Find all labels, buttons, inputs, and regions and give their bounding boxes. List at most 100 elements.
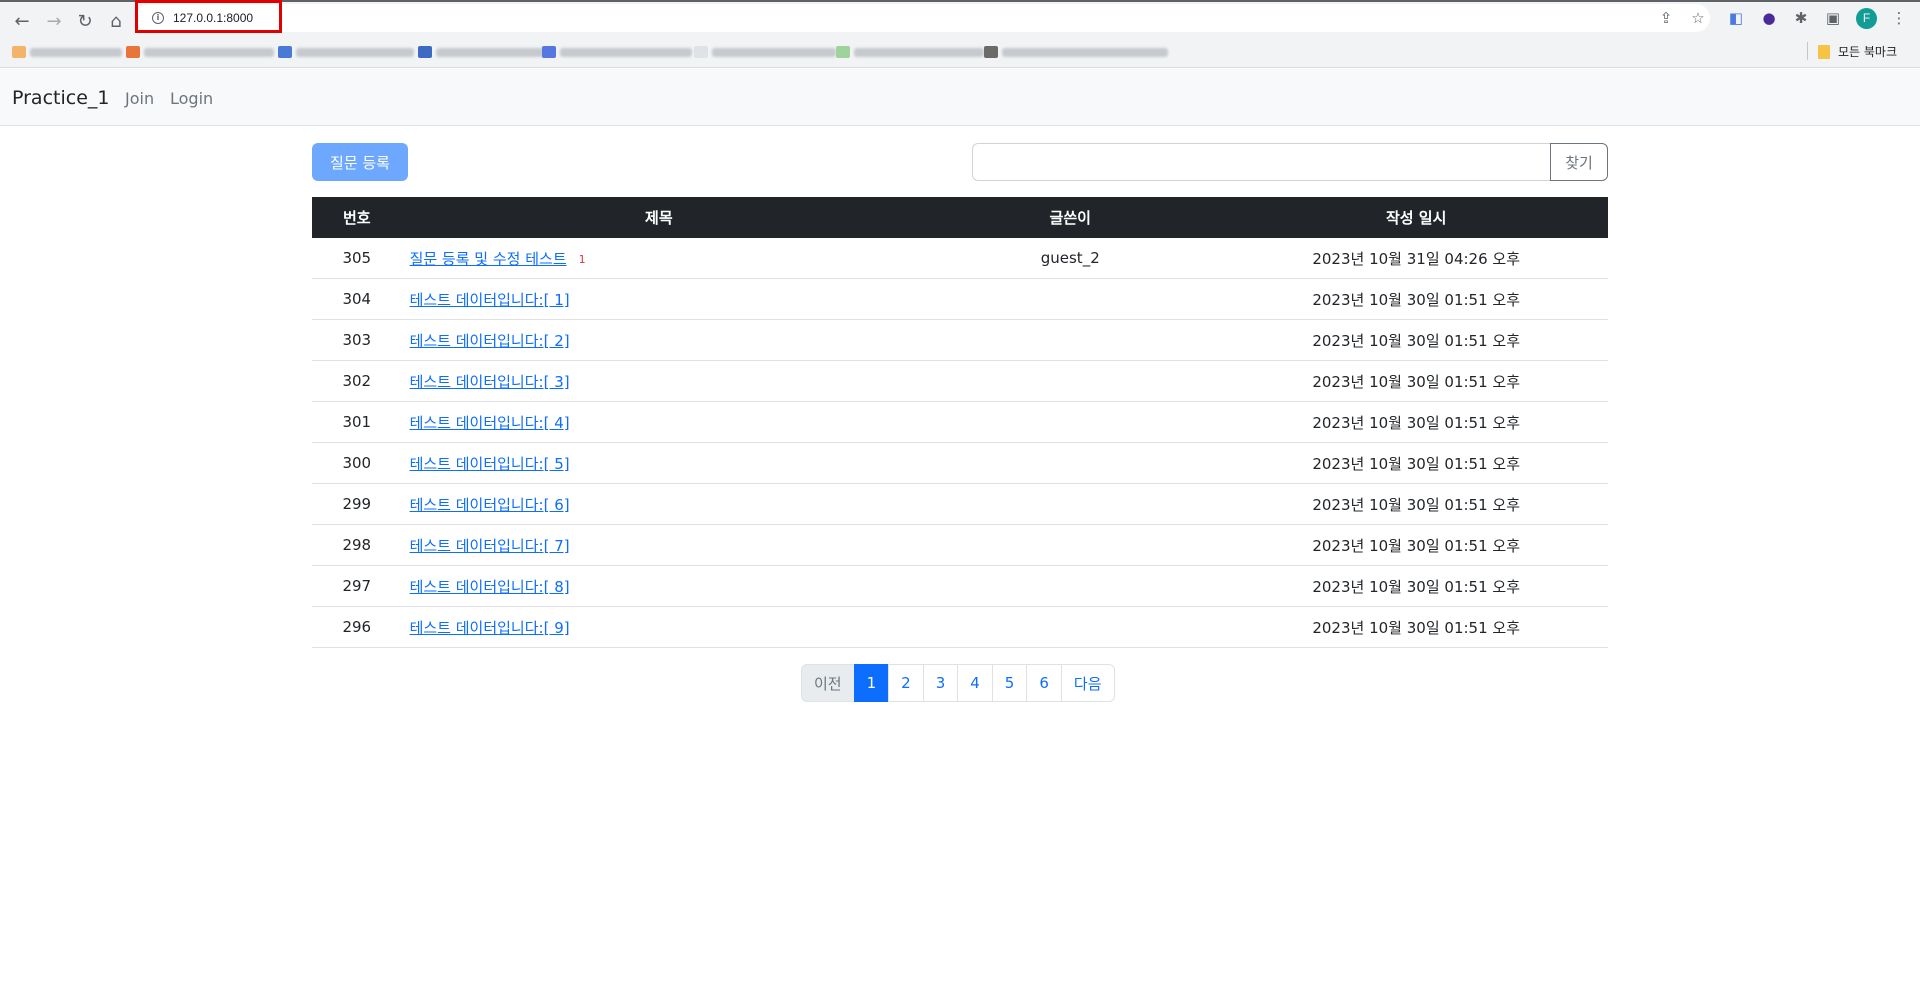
page-2[interactable]: 2 xyxy=(888,664,924,702)
bookmarks-separator xyxy=(1807,42,1808,60)
row-number: 303 xyxy=(312,319,402,361)
table-row: 297 테스트 데이터입니다:[ 8] 2023년 10월 30일 01:51 … xyxy=(312,565,1608,607)
table-row: 304 테스트 데이터입니다:[ 1] 2023년 10월 30일 01:51 … xyxy=(312,278,1608,320)
table-row: 299 테스트 데이터입니다:[ 6] 2023년 10월 30일 01:51 … xyxy=(312,483,1608,525)
table-row: 305 질문 등록 및 수정 테스트 1 guest_2 2023년 10월 31… xyxy=(312,238,1608,279)
row-number: 296 xyxy=(312,606,402,648)
bookmark-item[interactable] xyxy=(542,45,692,59)
row-author xyxy=(916,483,1225,525)
question-title-link[interactable]: 테스트 데이터입니다:[ 9] xyxy=(410,619,570,637)
row-title-cell: 테스트 데이터입니다:[ 5] xyxy=(401,442,917,484)
page-next[interactable]: 다음 xyxy=(1060,664,1115,702)
row-title-cell: 질문 등록 및 수정 테스트 1 xyxy=(401,238,917,279)
row-date: 2023년 10월 30일 01:51 오후 xyxy=(1224,483,1608,525)
header-title: 제목 xyxy=(401,197,917,238)
row-date: 2023년 10월 31일 04:26 오후 xyxy=(1224,238,1608,279)
row-date: 2023년 10월 30일 01:51 오후 xyxy=(1224,319,1608,361)
question-table: 번호 제목 글쓴이 작성 일시 305 질문 등록 및 수정 테스트 1 gues… xyxy=(312,197,1608,648)
all-bookmarks-label: 모든 북마크 xyxy=(1838,45,1898,59)
nav-link-join[interactable]: Join xyxy=(125,89,154,108)
row-title-cell: 테스트 데이터입니다:[ 3] xyxy=(401,360,917,402)
question-title-link[interactable]: 테스트 데이터입니다:[ 2] xyxy=(410,332,570,350)
back-icon[interactable]: ← xyxy=(10,9,34,33)
extensions-puzzle-icon[interactable]: ✱ xyxy=(1791,8,1811,28)
table-row: 298 테스트 데이터입니다:[ 7] 2023년 10월 30일 01:51 … xyxy=(312,524,1608,566)
page-3[interactable]: 3 xyxy=(922,664,959,702)
row-title-cell: 테스트 데이터입니다:[ 2] xyxy=(401,319,917,361)
download-extension-icon[interactable]: ● xyxy=(1759,8,1779,28)
question-title-link[interactable]: 테스트 데이터입니다:[ 4] xyxy=(410,414,570,432)
home-icon[interactable]: ⌂ xyxy=(104,9,128,33)
row-date: 2023년 10월 30일 01:51 오후 xyxy=(1224,278,1608,320)
row-date: 2023년 10월 30일 01:51 오후 xyxy=(1224,442,1608,484)
row-number: 301 xyxy=(312,401,402,443)
page-6[interactable]: 6 xyxy=(1026,664,1062,702)
forward-icon[interactable]: → xyxy=(42,9,66,33)
menu-kebab-icon[interactable]: ⋮ xyxy=(1889,8,1909,28)
row-title-cell: 테스트 데이터입니다:[ 6] xyxy=(401,483,917,525)
header-date: 작성 일시 xyxy=(1224,197,1608,238)
row-title-cell: 테스트 데이터입니다:[ 8] xyxy=(401,565,917,607)
row-date: 2023년 10월 30일 01:51 오후 xyxy=(1224,524,1608,566)
question-title-link[interactable]: 테스트 데이터입니다:[ 3] xyxy=(410,373,570,391)
bookmark-item[interactable] xyxy=(836,45,984,59)
bookmarks-bar xyxy=(0,36,1920,68)
bookmark-item[interactable] xyxy=(694,45,836,59)
bookmark-item[interactable] xyxy=(278,45,414,59)
table-row: 303 테스트 데이터입니다:[ 2] 2023년 10월 30일 01:51 … xyxy=(312,319,1608,361)
question-title-link[interactable]: 테스트 데이터입니다:[ 5] xyxy=(410,455,570,473)
row-title-cell: 테스트 데이터입니다:[ 1] xyxy=(401,278,917,320)
pagination: 이전 1 2 3 4 5 6 다음 xyxy=(801,664,1115,702)
row-date: 2023년 10월 30일 01:51 오후 xyxy=(1224,401,1608,443)
create-question-button[interactable]: 질문 등록 xyxy=(312,143,408,181)
row-number: 298 xyxy=(312,524,402,566)
row-author xyxy=(916,278,1225,320)
row-date: 2023년 10월 30일 01:51 오후 xyxy=(1224,565,1608,607)
question-title-link[interactable]: 테스트 데이터입니다:[ 8] xyxy=(410,578,570,596)
url-highlight-box xyxy=(135,0,282,33)
table-row: 302 테스트 데이터입니다:[ 3] 2023년 10월 30일 01:51 … xyxy=(312,360,1608,402)
row-number: 304 xyxy=(312,278,402,320)
share-icon[interactable]: ⇪ xyxy=(1656,8,1676,28)
table-header-row: 번호 제목 글쓴이 작성 일시 xyxy=(312,197,1608,238)
table-row: 301 테스트 데이터입니다:[ 4] 2023년 10월 30일 01:51 … xyxy=(312,401,1608,443)
row-number: 297 xyxy=(312,565,402,607)
row-author xyxy=(916,442,1225,484)
row-number: 302 xyxy=(312,360,402,402)
row-title-cell: 테스트 데이터입니다:[ 7] xyxy=(401,524,917,566)
bookmark-star-icon[interactable]: ☆ xyxy=(1688,8,1708,28)
side-panel-icon[interactable]: ▣ xyxy=(1823,8,1843,28)
page-4[interactable]: 4 xyxy=(957,664,993,702)
row-author: guest_2 xyxy=(916,238,1225,279)
folder-icon xyxy=(1818,44,1830,59)
row-author xyxy=(916,524,1225,566)
question-title-link[interactable]: 테스트 데이터입니다:[ 7] xyxy=(410,537,570,555)
bookmark-item[interactable] xyxy=(126,45,274,59)
table-row: 296 테스트 데이터입니다:[ 9] 2023년 10월 30일 01:51 … xyxy=(312,606,1608,648)
page-1[interactable]: 1 xyxy=(853,664,890,702)
app-navbar: Practice_1 Join Login xyxy=(0,69,1920,126)
question-title-link[interactable]: 질문 등록 및 수정 테스트 xyxy=(410,250,567,268)
reload-icon[interactable]: ↻ xyxy=(73,9,97,33)
nav-link-login[interactable]: Login xyxy=(170,89,213,108)
header-number: 번호 xyxy=(312,197,402,238)
search-input[interactable] xyxy=(972,143,1551,181)
page-5[interactable]: 5 xyxy=(991,664,1028,702)
row-date: 2023년 10월 30일 01:51 오후 xyxy=(1224,360,1608,402)
row-title-cell: 테스트 데이터입니다:[ 9] xyxy=(401,606,917,648)
search-group: 찾기 xyxy=(972,143,1608,181)
translate-extension-icon[interactable]: ◧ xyxy=(1726,8,1746,28)
bookmark-item[interactable] xyxy=(984,45,1168,59)
brand-link[interactable]: Practice_1 xyxy=(12,87,109,109)
search-button[interactable]: 찾기 xyxy=(1550,143,1608,181)
header-author: 글쓴이 xyxy=(916,197,1225,238)
bookmark-item[interactable] xyxy=(418,45,546,59)
question-title-link[interactable]: 테스트 데이터입니다:[ 1] xyxy=(410,291,570,309)
page-prev[interactable]: 이전 xyxy=(801,664,855,702)
question-title-link[interactable]: 테스트 데이터입니다:[ 6] xyxy=(410,496,570,514)
profile-avatar[interactable]: F xyxy=(1856,8,1877,29)
row-title-cell: 테스트 데이터입니다:[ 4] xyxy=(401,401,917,443)
bookmark-item[interactable] xyxy=(12,45,122,59)
address-bar[interactable] xyxy=(136,4,1710,32)
all-bookmarks-button[interactable]: 모든 북마크 xyxy=(1818,43,1897,60)
